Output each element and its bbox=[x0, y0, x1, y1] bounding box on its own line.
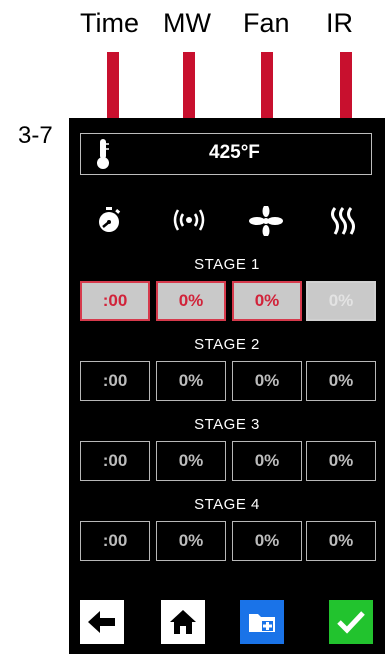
stage-4-ir-field[interactable]: 0% bbox=[306, 521, 376, 561]
stage-4-label: STAGE 4 bbox=[194, 496, 260, 513]
stage-1-mw-field[interactable]: 0% bbox=[156, 281, 226, 321]
thermometer-icon bbox=[97, 139, 109, 169]
stage-3-fan-field[interactable]: 0% bbox=[232, 441, 302, 481]
back-arrow-icon bbox=[88, 611, 115, 633]
save-to-folder-icon bbox=[249, 614, 275, 632]
stage-2-fan-field[interactable]: 0% bbox=[232, 361, 302, 401]
stopwatch-icon bbox=[99, 207, 121, 232]
stage-4-mw-field[interactable]: 0% bbox=[156, 521, 226, 561]
fan-icon bbox=[249, 206, 283, 236]
confirm-check-icon bbox=[337, 611, 365, 634]
label-fan: Fan bbox=[243, 8, 290, 38]
stage-3-label: STAGE 3 bbox=[194, 416, 260, 433]
temperature-value: 425°F bbox=[209, 142, 260, 163]
stage-1-label: STAGE 1 bbox=[194, 256, 260, 273]
save-to-folder-button[interactable] bbox=[240, 600, 284, 644]
ir-heat-icon bbox=[331, 207, 355, 235]
oven-screen: 425°F STAGE 1 :00 0% 0% 0% STAGE 2 :00 0… bbox=[69, 118, 385, 654]
label-ir: IR bbox=[326, 8, 353, 38]
stage-3-time-field[interactable]: :00 bbox=[80, 441, 150, 481]
label-mw: MW bbox=[163, 8, 211, 38]
stage-3-mw-field[interactable]: 0% bbox=[156, 441, 226, 481]
stage-2-mw-field[interactable]: 0% bbox=[156, 361, 226, 401]
stage-2-label: STAGE 2 bbox=[194, 336, 260, 353]
stage-3-ir-field[interactable]: 0% bbox=[306, 441, 376, 481]
stage-2-ir-field[interactable]: 0% bbox=[306, 361, 376, 401]
stage-2-time-field[interactable]: :00 bbox=[80, 361, 150, 401]
home-button[interactable] bbox=[161, 600, 205, 644]
confirm-button[interactable] bbox=[329, 600, 373, 644]
stage-1-ir-field[interactable]: 0% bbox=[306, 281, 376, 321]
label-time: Time bbox=[80, 8, 139, 38]
home-icon bbox=[170, 610, 196, 634]
stage-4-fan-field[interactable]: 0% bbox=[232, 521, 302, 561]
microwave-icon bbox=[173, 209, 205, 231]
stage-1-time-field[interactable]: :00 bbox=[80, 281, 150, 321]
temperature-display[interactable]: 425°F bbox=[80, 133, 372, 175]
stage-1-fan-field[interactable]: 0% bbox=[232, 281, 302, 321]
figure-reference: 3-7 bbox=[18, 122, 53, 149]
back-button[interactable] bbox=[80, 600, 124, 644]
stage-4-time-field[interactable]: :00 bbox=[80, 521, 150, 561]
